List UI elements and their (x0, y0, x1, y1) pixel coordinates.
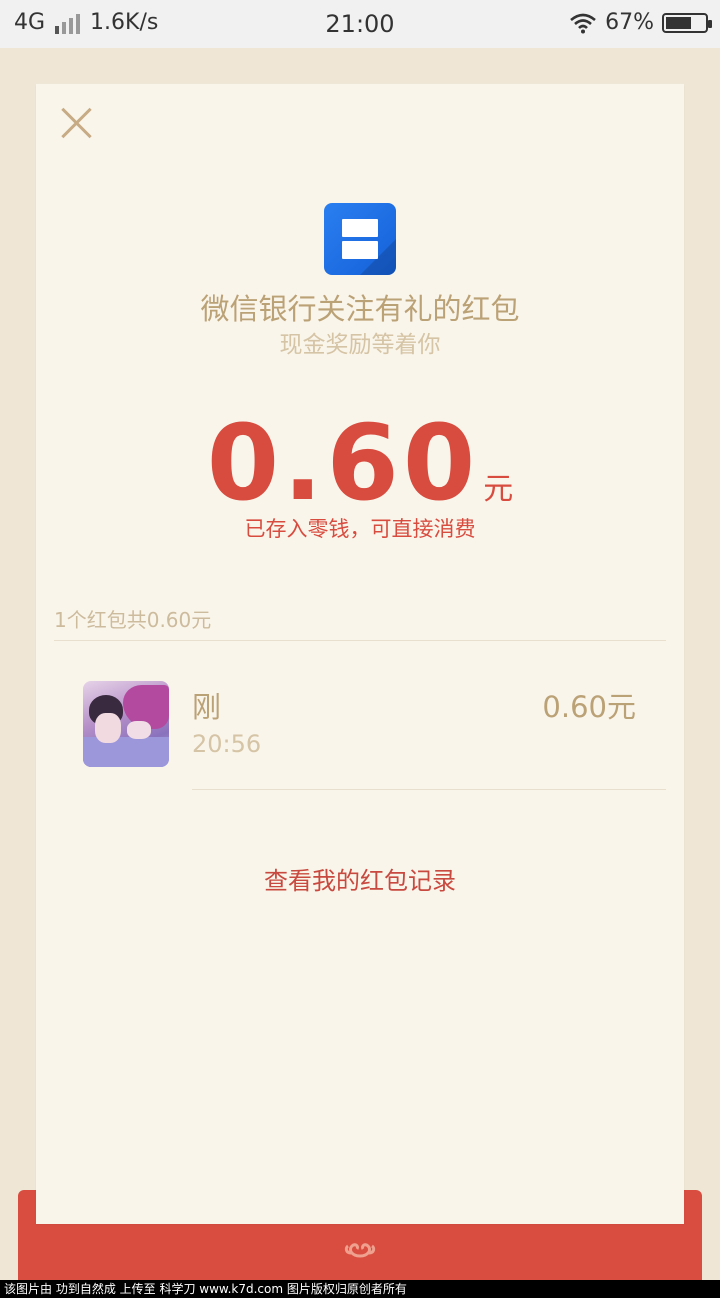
amount-value: 0.60 (206, 402, 480, 524)
watermark-footer: 该图片由 功到自然成 上传至 科学刀 www.k7d.com 图片版权归原创者所… (0, 1280, 720, 1298)
view-history-link[interactable]: 查看我的红包记录 (36, 861, 684, 896)
battery-icon (662, 12, 712, 33)
cloud-emblem-icon (344, 1243, 376, 1258)
amount-unit: 元 (483, 472, 514, 507)
red-packet-card: 微信银行关注有礼的红包 现金奖励等着你 0.60 元 已存入零钱，可直接消费 1个… (36, 84, 684, 1224)
received-amount: 0.60元 (542, 690, 636, 724)
close-icon[interactable] (60, 106, 94, 140)
amount-display: 0.60 元 (36, 402, 684, 524)
packet-summary: 1个红包共0.60元 (54, 608, 212, 632)
receiver-name: 刚 (192, 690, 222, 724)
sender-subtitle: 现金奖励等着你 (279, 332, 441, 358)
card-torn-edge (36, 1216, 684, 1224)
avatar[interactable] (83, 681, 169, 767)
row-divider (192, 789, 666, 790)
status-bar: 4G 1.6K/s 21:00 67% (0, 0, 720, 48)
bank-logo-icon (324, 203, 396, 275)
status-right: 67% (569, 10, 712, 35)
sender-title: 微信银行关注有礼的红包 (200, 292, 520, 326)
battery-percent: 67% (605, 10, 654, 35)
wifi-icon (570, 13, 596, 33)
receive-time: 20:56 (192, 730, 262, 758)
deposit-note: 已存入零钱，可直接消费 (244, 517, 476, 541)
divider (54, 640, 666, 641)
battery-fill (666, 16, 691, 29)
